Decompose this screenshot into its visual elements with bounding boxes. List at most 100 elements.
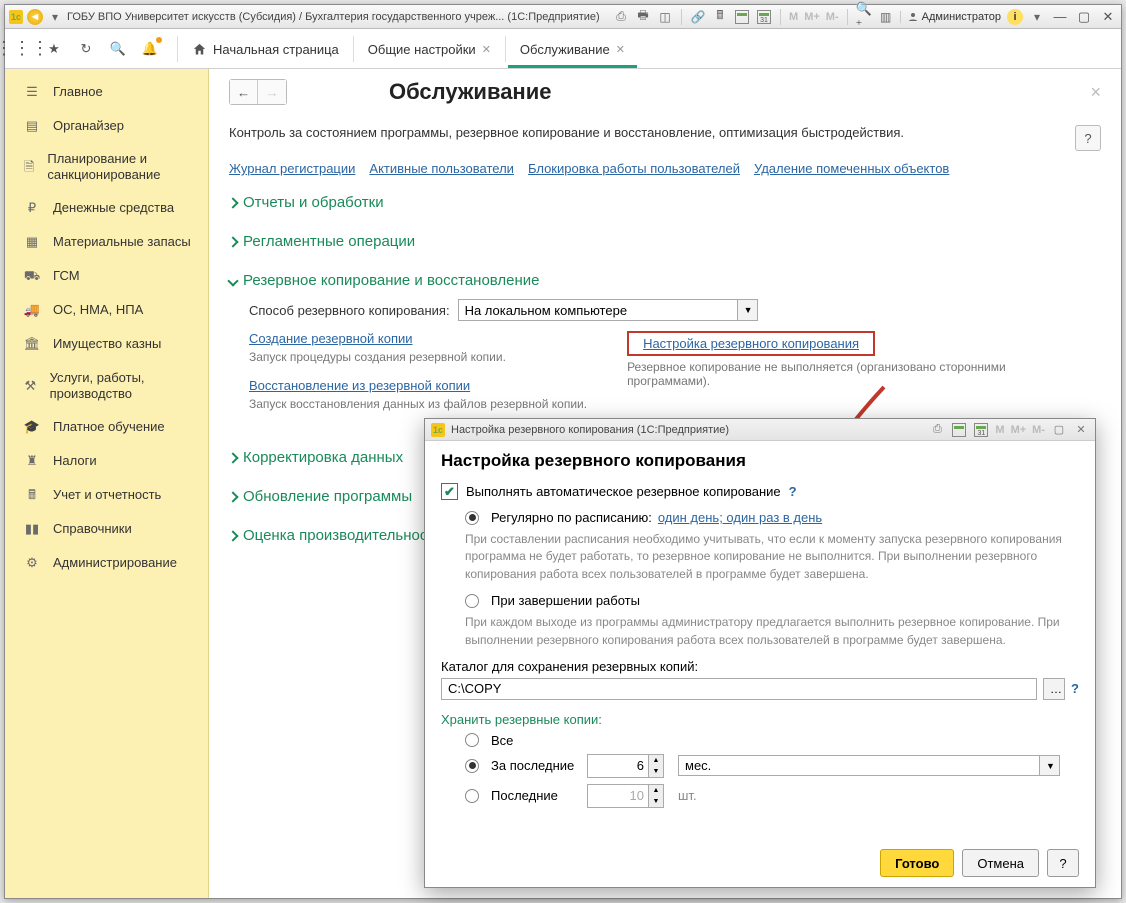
link-restore-backup[interactable]: Восстановление из резервной копии bbox=[249, 378, 470, 393]
sidebar-label: Денежные средства bbox=[53, 200, 174, 216]
section-reports[interactable]: Отчеты и обработки bbox=[229, 190, 1101, 215]
ok-button[interactable]: Готово bbox=[880, 849, 954, 877]
backup-method-combo[interactable]: ▼ bbox=[458, 299, 758, 321]
catalog-help-icon[interactable]: ? bbox=[1071, 681, 1079, 696]
sidebar-item-treasury[interactable]: 🏛Имущество казны bbox=[5, 328, 208, 362]
catalog-input[interactable] bbox=[441, 678, 1037, 700]
sidebar-item-organizer[interactable]: ▤Органайзер bbox=[5, 109, 208, 143]
info-dropdown-icon[interactable]: ▾ bbox=[1029, 9, 1045, 25]
memory-mminus[interactable]: M- bbox=[826, 11, 839, 23]
history-icon[interactable]: ↻ bbox=[75, 38, 97, 60]
keep-last-input[interactable] bbox=[588, 755, 648, 777]
schedule-link[interactable]: один день; один раз в день bbox=[658, 510, 822, 525]
calendar-icon[interactable] bbox=[734, 9, 750, 25]
link-backup-settings[interactable]: Настройка резервного копирования bbox=[643, 336, 859, 351]
spin-up-button[interactable]: ▲ bbox=[649, 755, 663, 766]
keep-last-spinner[interactable]: ▲▼ bbox=[587, 754, 664, 778]
unit-dropdown-icon[interactable]: ▼ bbox=[1039, 756, 1059, 775]
section-backup[interactable]: Резервное копирование и восстановление bbox=[229, 268, 1101, 293]
link-active-users[interactable]: Активные пользователи bbox=[369, 161, 514, 176]
keep-lastn-input[interactable] bbox=[588, 785, 648, 807]
dlg-print-icon[interactable]: ⎙ bbox=[929, 422, 945, 438]
apps-grid-icon[interactable]: ⋮⋮⋮ bbox=[11, 38, 33, 60]
star-icon[interactable]: ★ bbox=[43, 38, 65, 60]
fuel-icon: ⛟ bbox=[23, 268, 41, 286]
sidebar-item-planning[interactable]: 🗎Планирование и санкционирование bbox=[5, 143, 208, 192]
memory-m[interactable]: M bbox=[789, 11, 798, 23]
radio-schedule[interactable] bbox=[465, 511, 479, 525]
dlg-calendar31-icon[interactable] bbox=[973, 422, 989, 438]
memory-mplus[interactable]: M+ bbox=[804, 11, 820, 23]
zoom-icon[interactable]: 🔍⁺ bbox=[856, 9, 872, 25]
sidebar-item-refs[interactable]: ▮▮Справочники bbox=[5, 512, 208, 546]
print-preview-icon[interactable]: ⎙ bbox=[613, 9, 629, 25]
spin-down-button[interactable]: ▼ bbox=[649, 766, 663, 777]
sidebar-item-taxes[interactable]: ♜Налоги bbox=[5, 444, 208, 478]
tab-maintenance[interactable]: Обслуживание ✕ bbox=[508, 32, 637, 68]
sidebar-item-admin[interactable]: ⚙Администрирование bbox=[5, 546, 208, 580]
minimize-button[interactable]: — bbox=[1051, 9, 1069, 24]
dlg-close-icon[interactable]: ✕ bbox=[1073, 422, 1089, 438]
auto-backup-checkbox[interactable]: ✔ bbox=[441, 483, 458, 500]
spin-up-button[interactable]: ▲ bbox=[649, 785, 663, 796]
dlg-calendar-icon[interactable] bbox=[951, 422, 967, 438]
info-icon[interactable]: i bbox=[1007, 9, 1023, 25]
sidebar-item-education[interactable]: 🎓Платное обучение bbox=[5, 410, 208, 444]
keep-unit-combo[interactable]: ▼ bbox=[678, 755, 1060, 776]
sidebar-item-materials[interactable]: ▦Материальные запасы bbox=[5, 226, 208, 260]
spin-down-button[interactable]: ▼ bbox=[649, 796, 663, 807]
tab-general-settings[interactable]: Общие настройки ✕ bbox=[356, 32, 503, 68]
dlg-memory-mplus[interactable]: M+ bbox=[1011, 424, 1027, 436]
search-icon[interactable]: 🔍 bbox=[107, 38, 129, 60]
window-list-icon[interactable]: ▥ bbox=[878, 9, 894, 25]
browse-button[interactable]: … bbox=[1043, 678, 1065, 700]
back-circle-icon[interactable]: ◄ bbox=[27, 9, 43, 25]
radio-on-exit[interactable] bbox=[465, 594, 479, 608]
dlg-memory-mminus[interactable]: M- bbox=[1032, 424, 1045, 436]
nav-fwd-button[interactable]: → bbox=[258, 80, 286, 104]
combo-dropdown-icon[interactable]: ▼ bbox=[738, 299, 758, 321]
section-reglament[interactable]: Регламентные операции bbox=[229, 229, 1101, 254]
user-badge[interactable]: Администратор bbox=[900, 11, 1001, 23]
calc-icon[interactable]: 🖩 bbox=[712, 9, 728, 25]
link-delete-marked[interactable]: Удаление помеченных объектов bbox=[754, 161, 949, 176]
print-icon[interactable]: 🖶 bbox=[635, 9, 651, 25]
sidebar-item-money[interactable]: ₽Денежные средства bbox=[5, 192, 208, 226]
radio-keep-last[interactable] bbox=[465, 759, 479, 773]
link-block-users[interactable]: Блокировка работы пользователей bbox=[528, 161, 740, 176]
radio-keep-all[interactable] bbox=[465, 733, 479, 747]
doc-compare-icon[interactable]: ◫ bbox=[657, 9, 673, 25]
close-button[interactable]: ✕ bbox=[1099, 9, 1117, 25]
close-tab-icon[interactable]: ✕ bbox=[482, 43, 491, 56]
maximize-button[interactable]: ▢ bbox=[1075, 9, 1093, 25]
cancel-button[interactable]: Отмена bbox=[962, 849, 1039, 877]
page-close-icon[interactable]: × bbox=[1090, 82, 1101, 103]
bell-icon[interactable]: 🔔 bbox=[139, 38, 161, 60]
tab-start-page[interactable]: Начальная страница bbox=[180, 32, 351, 68]
help-button[interactable]: ? bbox=[1075, 125, 1101, 151]
dlg-maximize-icon[interactable]: ▢ bbox=[1051, 422, 1067, 438]
help-question-icon[interactable]: ? bbox=[789, 484, 797, 499]
sidebar-item-accounting[interactable]: 🖩Учет и отчетность bbox=[5, 478, 208, 512]
dropdown-icon[interactable]: ▾ bbox=[47, 9, 63, 25]
calendar-icon: ▤ bbox=[23, 117, 41, 135]
calendar31-icon[interactable] bbox=[756, 9, 772, 25]
link-create-backup[interactable]: Создание резервной копии bbox=[249, 331, 413, 346]
sidebar-item-services[interactable]: ⚒Услуги, работы, производство bbox=[5, 362, 208, 411]
dlg-help-button[interactable]: ? bbox=[1047, 849, 1079, 877]
books-icon: ▮▮ bbox=[23, 520, 41, 538]
keep-lastn-spinner[interactable]: ▲▼ bbox=[587, 784, 664, 808]
sidebar-item-assets[interactable]: 🚚ОС, НМА, НПА bbox=[5, 294, 208, 328]
sidebar-item-gsm[interactable]: ⛟ГСМ bbox=[5, 260, 208, 294]
nav-back-button[interactable]: ← bbox=[230, 80, 258, 104]
link-journal[interactable]: Журнал регистрации bbox=[229, 161, 355, 176]
keep-all-label: Все bbox=[491, 733, 513, 748]
dlg-memory-m[interactable]: M bbox=[995, 424, 1004, 436]
sidebar-label: Учет и отчетность bbox=[53, 487, 161, 503]
keep-unit-input[interactable] bbox=[679, 756, 1039, 775]
backup-method-input[interactable] bbox=[458, 299, 738, 321]
link-icon[interactable]: 🔗 bbox=[690, 9, 706, 25]
sidebar-item-main[interactable]: ☰Главное bbox=[5, 75, 208, 109]
close-tab-icon[interactable]: ✕ bbox=[616, 43, 625, 56]
radio-keep-lastn[interactable] bbox=[465, 789, 479, 803]
